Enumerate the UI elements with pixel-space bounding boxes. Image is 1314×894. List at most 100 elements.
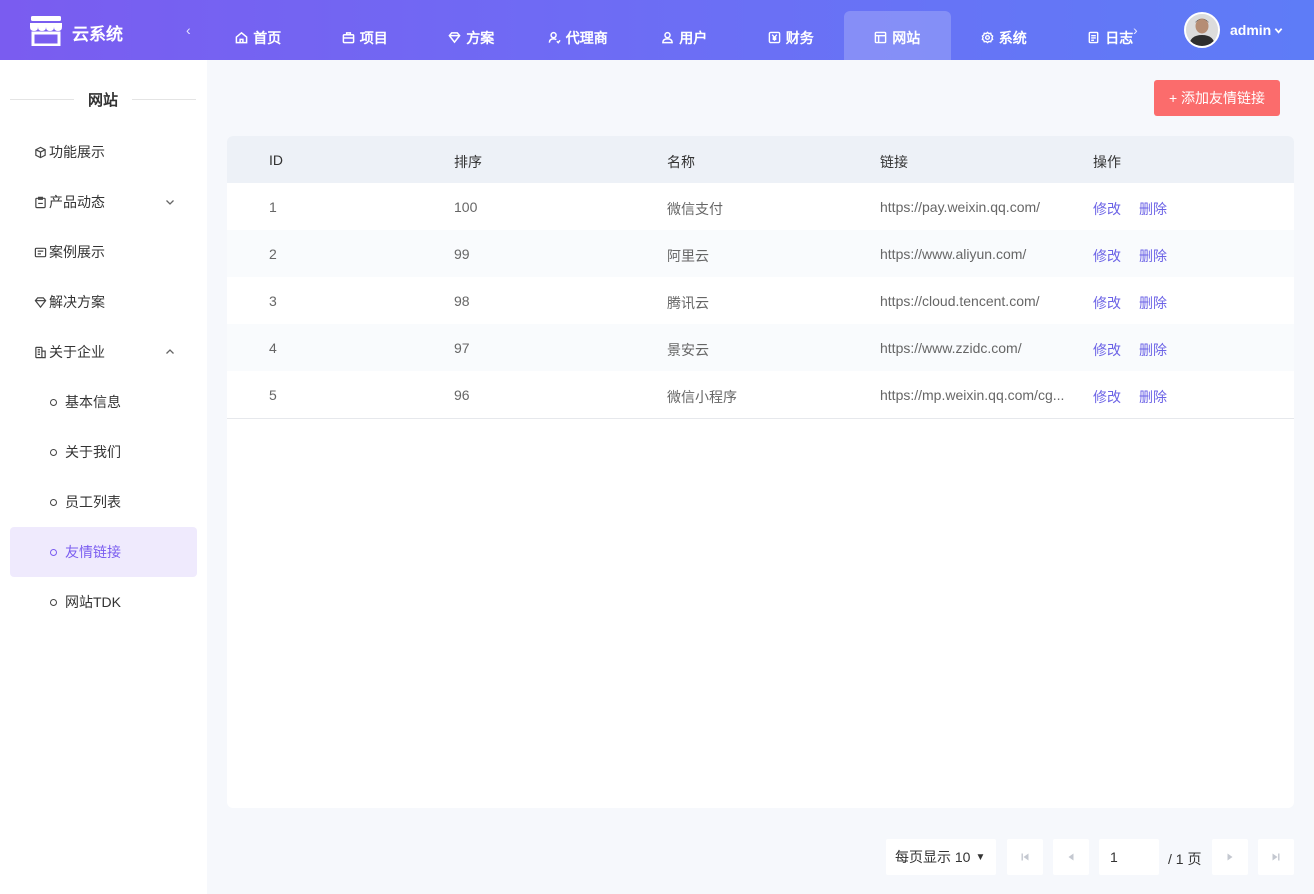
add-friend-link-button[interactable]: + 添加友情链接: [1154, 80, 1280, 116]
cell-name: 腾讯云: [667, 295, 709, 311]
delete-link[interactable]: 删除: [1139, 293, 1167, 313]
edit-link[interactable]: 修改: [1093, 340, 1121, 360]
prev-page-icon: [1068, 853, 1074, 861]
edit-link[interactable]: 修改: [1093, 246, 1121, 266]
layout-icon: [874, 31, 887, 44]
table-row: 5 96 微信小程序 https://mp.weixin.qq.com/cg..…: [227, 371, 1294, 418]
last-page-icon: [1272, 853, 1280, 861]
column-header-link: 链接: [880, 154, 908, 170]
column-header-name: 名称: [667, 154, 695, 170]
home-icon: [235, 31, 248, 44]
delete-link[interactable]: 删除: [1139, 340, 1167, 360]
cell-sort: 99: [454, 246, 470, 262]
next-page-icon: [1227, 853, 1233, 861]
edit-link[interactable]: 修改: [1093, 199, 1121, 219]
sidebar-item-about-company[interactable]: 关于企业: [10, 327, 197, 377]
delete-link[interactable]: 删除: [1139, 246, 1167, 266]
sidebar-item-product-news[interactable]: 产品动态: [10, 177, 197, 227]
sidebar-subitem-basic-info[interactable]: 基本信息: [10, 377, 197, 427]
nav-projects[interactable]: 项目: [312, 11, 419, 60]
divider: [10, 98, 74, 100]
first-page-button[interactable]: [1007, 839, 1043, 875]
avatar[interactable]: [1184, 12, 1220, 48]
cell-id: 5: [269, 387, 277, 403]
cell-link: https://pay.weixin.qq.com/: [880, 199, 1041, 215]
cell-sort: 98: [454, 293, 470, 309]
clipboard-icon: [35, 196, 46, 208]
cell-name: 微信小程序: [667, 389, 737, 405]
page-size-select[interactable]: 每页显示 10 ▼: [886, 839, 996, 875]
friend-links-table: ID 排序 名称 链接 操作 1 100 微信支付 https://pay.we…: [227, 136, 1294, 808]
table-header: ID 排序 名称 链接 操作: [227, 136, 1294, 183]
sidebar-subitem-staff-list[interactable]: 员工列表: [10, 477, 197, 527]
top-header: 云系统 ‹ 首页 项目 方案 代理商 用户 财务 网站 系统 日志 › admi…: [0, 0, 1314, 60]
nav-next-icon[interactable]: ›: [1133, 22, 1138, 38]
cell-link: https://www.aliyun.com/: [880, 246, 1027, 262]
prev-page-button[interactable]: [1053, 839, 1089, 875]
diamond-icon: [448, 32, 461, 44]
delete-link[interactable]: 删除: [1139, 387, 1167, 407]
bullet-icon: [50, 398, 57, 406]
divider: [227, 418, 1294, 419]
table-row: 1 100 微信支付 https://pay.weixin.qq.com/ 修改…: [227, 183, 1294, 230]
sidebar-item-cases[interactable]: 案例展示: [10, 227, 197, 277]
nav-solutions[interactable]: 方案: [418, 11, 525, 60]
document-icon: [1088, 31, 1099, 44]
cell-sort: 100: [454, 199, 478, 215]
building-icon: [35, 346, 46, 358]
delete-link[interactable]: 删除: [1139, 199, 1167, 219]
cell-id: 1: [269, 199, 277, 215]
divider: [132, 98, 197, 100]
edit-link[interactable]: 修改: [1093, 293, 1121, 313]
chevron-down-icon: [166, 200, 174, 205]
nav-logs[interactable]: 日志: [1057, 11, 1164, 60]
cell-id: 3: [269, 293, 277, 309]
cell-sort: 97: [454, 340, 470, 356]
case-icon: [34, 247, 47, 257]
user-name-label: admin: [1230, 22, 1272, 38]
nav-agents[interactable]: 代理商: [525, 11, 632, 60]
bullet-icon: [50, 448, 57, 456]
cell-name: 微信支付: [667, 201, 723, 217]
edit-link[interactable]: 修改: [1093, 387, 1121, 407]
bullet-icon: [50, 498, 57, 506]
nav-users[interactable]: 用户: [631, 11, 738, 60]
chevron-up-icon: [166, 349, 174, 354]
sidebar-subitem-friend-links[interactable]: 友情链接: [10, 527, 197, 577]
page-number-input[interactable]: [1099, 839, 1159, 875]
store-logo-icon: [30, 16, 62, 46]
user-avatar-icon: [1186, 14, 1218, 46]
diamond-icon: [34, 296, 47, 308]
nav-website[interactable]: 网站: [844, 11, 951, 60]
sidebar-item-features[interactable]: 功能展示: [10, 127, 197, 177]
page-total-label: / 1 页: [1168, 851, 1202, 867]
next-page-button[interactable]: [1212, 839, 1248, 875]
briefcase-icon: [342, 32, 355, 44]
table-row: 3 98 腾讯云 https://cloud.tencent.com/ 修改 删…: [227, 277, 1294, 324]
sidebar-item-solutions[interactable]: 解决方案: [10, 277, 197, 327]
cell-link: https://www.zzidc.com/: [880, 340, 1022, 356]
top-nav: 首页 项目 方案 代理商 用户 财务 网站 系统 日志: [205, 11, 1164, 60]
brand-name: 云系统: [72, 25, 123, 44]
column-header-actions: 操作: [1093, 154, 1121, 170]
table-row: 4 97 景安云 https://www.zzidc.com/ 修改 删除: [227, 324, 1294, 371]
agent-icon: [548, 31, 561, 44]
users-icon: [662, 31, 674, 44]
column-header-id: ID: [269, 152, 283, 168]
cube-icon: [35, 146, 46, 158]
cell-id: 2: [269, 246, 277, 262]
sidebar-subitem-site-tdk[interactable]: 网站TDK: [10, 577, 197, 627]
last-page-button[interactable]: [1258, 839, 1294, 875]
nav-system[interactable]: 系统: [951, 11, 1058, 60]
cell-name: 景安云: [667, 342, 709, 358]
nav-finance[interactable]: 财务: [738, 11, 845, 60]
bullet-icon: [50, 548, 57, 556]
nav-home[interactable]: 首页: [205, 11, 312, 60]
cell-link: https://mp.weixin.qq.com/cg...: [880, 387, 1065, 403]
sidebar-subitem-about-us[interactable]: 关于我们: [10, 427, 197, 477]
cell-link: https://cloud.tencent.com/: [880, 293, 1040, 309]
table-row: 2 99 阿里云 https://www.aliyun.com/ 修改 删除: [227, 230, 1294, 277]
nav-prev-icon[interactable]: ‹: [186, 22, 191, 38]
user-menu[interactable]: admin: [1230, 22, 1283, 38]
chevron-down-icon: [1274, 27, 1283, 34]
